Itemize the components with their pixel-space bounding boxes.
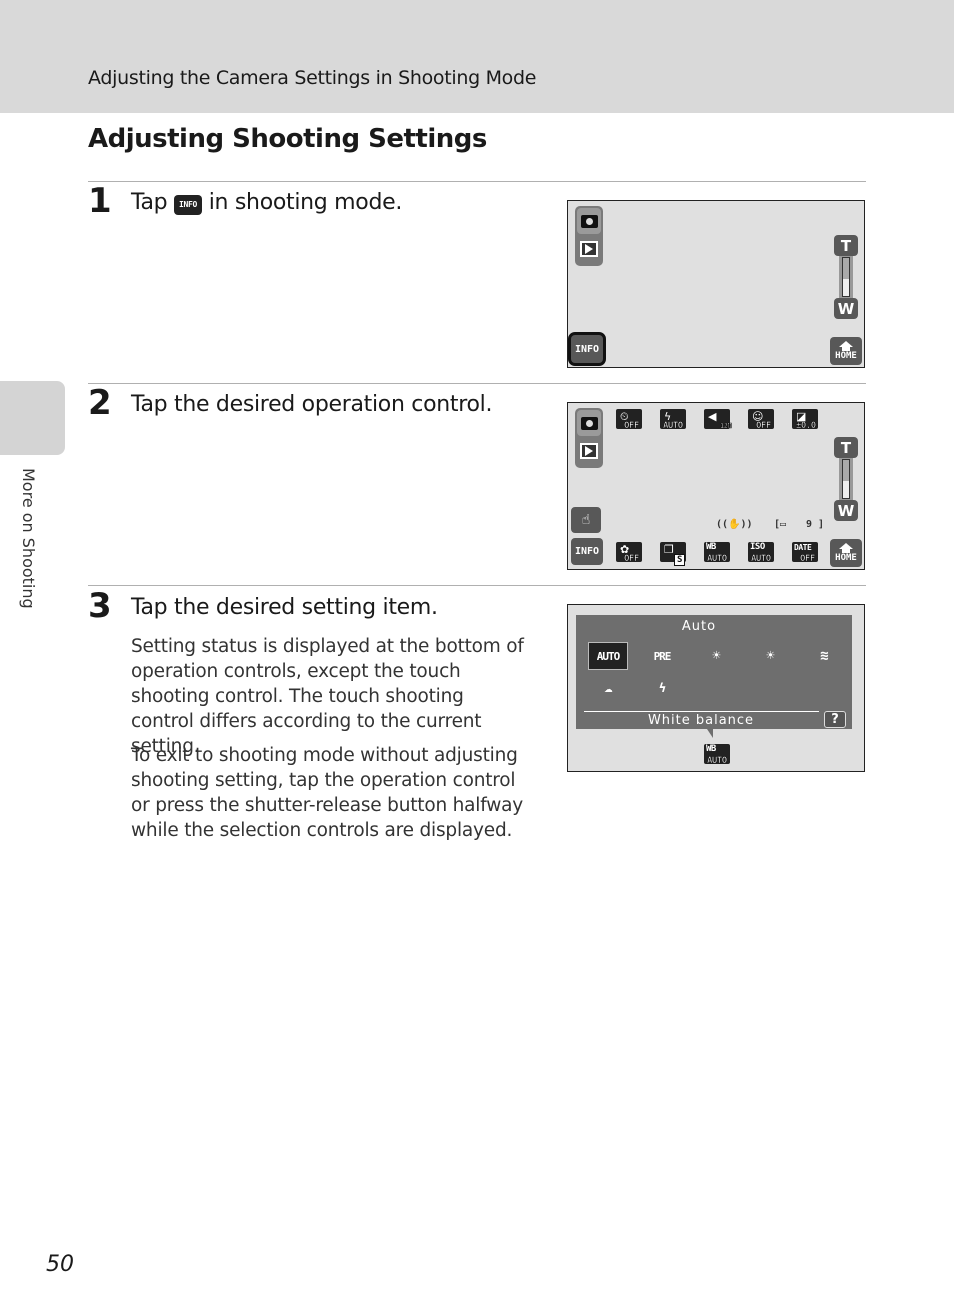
- camera-icon: [580, 416, 598, 430]
- side-tab-label: More on Shooting: [19, 468, 38, 609]
- zoom-wide-button[interactable]: W: [834, 500, 858, 521]
- playback-button[interactable]: [580, 443, 598, 459]
- camera-icon: [580, 214, 598, 228]
- camera-screen-wb-selection: Auto AUTO PRE ☀ ☀ ≋ ☁ ϟ White balance ? …: [567, 604, 865, 772]
- info-button[interactable]: INFO: [571, 538, 603, 565]
- step-title: Tap the desired operation control.: [131, 392, 493, 417]
- header-band: [0, 0, 954, 113]
- wb-selection-panel: Auto AUTO PRE ☀ ☀ ≋ ☁ ϟ White balance ?: [576, 615, 852, 729]
- divider: [88, 383, 866, 384]
- macro-control[interactable]: ✿ OFF: [616, 542, 642, 564]
- camera-screen-controls: ⏲ OFF ϟ AUTO ◀ 12M ☺ OFF ◪ ±0.0 T W ☝ ((✋)) […: [567, 402, 865, 570]
- panel-pointer: [707, 729, 713, 738]
- step-title-after: in shooting mode.: [208, 190, 403, 215]
- white-balance-icon: WB: [706, 542, 716, 552]
- wb-option-fluorescent-icon[interactable]: ≋: [804, 642, 844, 670]
- zoom-level: [843, 480, 849, 498]
- white-balance-control[interactable]: WB AUTO: [704, 744, 730, 766]
- date-stamp-control[interactable]: DATE OFF: [792, 542, 818, 564]
- smile-timer-control[interactable]: ☺ OFF: [748, 409, 774, 431]
- page-number: 50: [46, 1252, 74, 1277]
- shooting-mode-button[interactable]: [577, 410, 601, 436]
- step-paragraph: To exit to shooting mode without adjusti…: [131, 745, 524, 841]
- zoom-control[interactable]: T W: [834, 235, 858, 319]
- step-title: Tap the desired setting item.: [131, 595, 438, 620]
- section-header: Adjusting the Camera Settings in Shootin…: [88, 67, 537, 89]
- info-icon: INFO: [174, 195, 203, 215]
- zoom-tele-button[interactable]: T: [834, 437, 858, 458]
- memory-indicator-icon: [▭: [774, 519, 787, 530]
- white-balance-control[interactable]: WB AUTO: [704, 542, 730, 564]
- image-mode-icon: ◀: [708, 410, 717, 423]
- step-paragraph: Setting status is displayed at the botto…: [131, 636, 524, 757]
- iso-icon: ISO: [750, 542, 765, 552]
- camera-screen-shooting: T W INFO HOME: [567, 200, 865, 368]
- step-number: 3: [88, 586, 112, 626]
- step-title: Tap INFO in shooting mode.: [131, 190, 402, 215]
- page-title: Adjusting Shooting Settings: [88, 124, 487, 154]
- exposure-comp-control[interactable]: ◪ ±0.0: [792, 409, 818, 431]
- shots-remaining: 9: [806, 519, 813, 530]
- continuous-icon: ❐: [664, 543, 674, 556]
- self-timer-control[interactable]: ⏲ OFF: [616, 409, 642, 431]
- white-balance-icon: WB: [706, 744, 716, 754]
- wb-option-incandescent-icon[interactable]: ☀: [750, 642, 790, 670]
- wb-option-flash-icon[interactable]: ϟ: [642, 674, 682, 702]
- zoom-wide-button[interactable]: W: [834, 298, 858, 319]
- divider: [88, 181, 866, 182]
- divider: [88, 585, 866, 586]
- help-button[interactable]: ?: [824, 711, 846, 728]
- step-number: 1: [88, 181, 112, 221]
- zoom-control[interactable]: T W: [834, 437, 858, 521]
- image-mode-control[interactable]: ◀ 12M: [704, 409, 732, 430]
- vr-indicator: ((✋)): [716, 519, 753, 530]
- mode-panel: [575, 408, 603, 468]
- shooting-mode-button[interactable]: [577, 208, 601, 234]
- side-tab: [0, 381, 65, 455]
- wb-option-auto[interactable]: AUTO: [588, 642, 628, 670]
- wb-option-daylight-icon[interactable]: ☀: [696, 642, 736, 670]
- shots-bracket: ]: [818, 519, 825, 530]
- touch-shooting-icon: ☝: [581, 512, 591, 528]
- continuous-control[interactable]: ❐ S: [660, 542, 686, 566]
- home-button[interactable]: HOME: [830, 337, 862, 365]
- flash-control[interactable]: ϟ AUTO: [660, 409, 686, 431]
- mode-panel: [575, 206, 603, 266]
- zoom-track: [839, 256, 853, 298]
- touch-shooting-button[interactable]: ☝: [571, 507, 601, 533]
- zoom-tele-button[interactable]: T: [834, 235, 858, 256]
- iso-control[interactable]: ISO AUTO: [748, 542, 774, 564]
- wb-option-cloudy-icon[interactable]: ☁: [588, 674, 628, 702]
- play-icon: [585, 244, 593, 254]
- playback-button[interactable]: [580, 241, 598, 257]
- step-number: 2: [88, 383, 112, 423]
- wb-current-value: Auto: [681, 619, 717, 634]
- info-button[interactable]: INFO: [568, 332, 606, 366]
- home-button[interactable]: HOME: [830, 539, 862, 567]
- wb-option-preset[interactable]: PRE: [642, 642, 682, 670]
- play-icon: [585, 446, 593, 456]
- zoom-track: [839, 458, 853, 500]
- wb-divider: [584, 711, 819, 712]
- step-title-before: Tap: [131, 190, 168, 215]
- wb-setting-label: White balance: [647, 713, 755, 728]
- zoom-level: [843, 278, 849, 296]
- date-stamp-icon: DATE: [794, 543, 812, 552]
